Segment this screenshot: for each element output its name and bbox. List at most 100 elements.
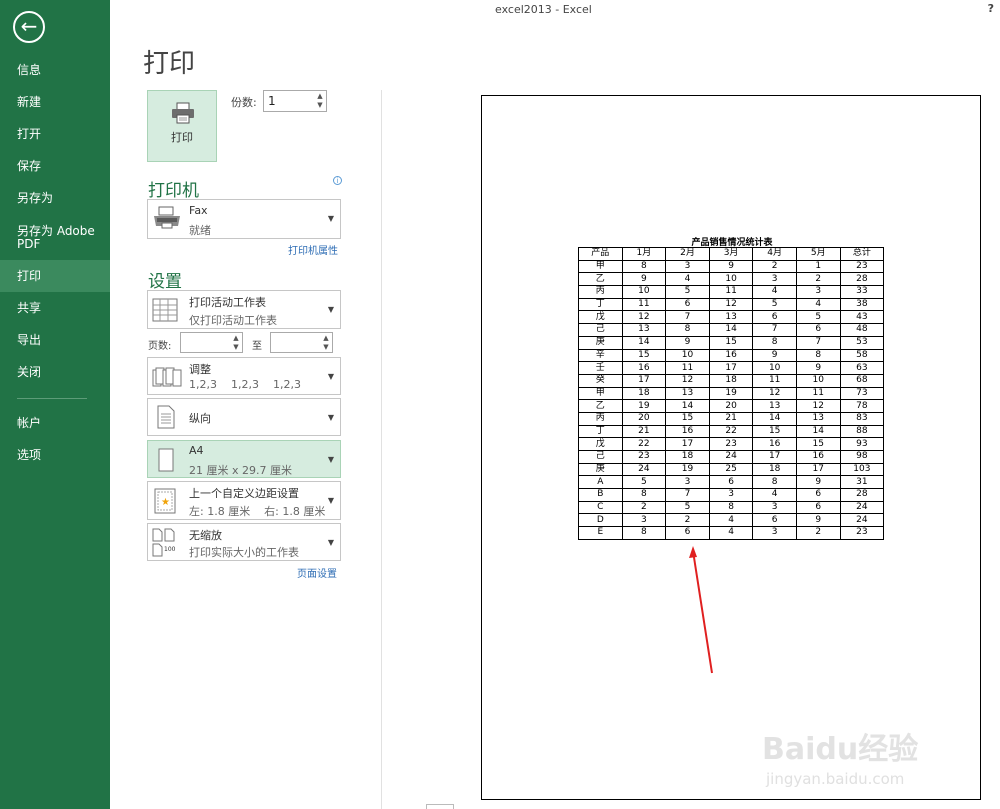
table-cell: 丁 <box>578 424 623 439</box>
table-cell: 丙 <box>578 285 623 299</box>
settings-heading: 设置 <box>148 272 182 292</box>
table-cell: 17 <box>752 450 797 464</box>
table-cell: 3 <box>665 475 710 490</box>
sidebar-item-account[interactable]: 帐户 <box>0 407 110 439</box>
table-row: 戊 12 7 13 6 5 43 <box>578 310 885 325</box>
back-arrow-icon[interactable]: ← <box>13 11 45 43</box>
table-cell: 2 <box>665 513 710 528</box>
chevron-down-icon: ▼ <box>327 413 334 422</box>
table-cell: 12 <box>665 373 710 388</box>
print-button[interactable]: 打印 <box>147 90 217 162</box>
table-cell: 21 <box>621 424 667 439</box>
table-cell: 20 <box>708 399 754 413</box>
table-cell: 73 <box>839 386 885 401</box>
table-cell: 9 <box>752 348 797 363</box>
sidebar-item-options[interactable]: 选项 <box>0 439 110 471</box>
sidebar-item-save-as-pdf[interactable]: 另存为 Adobe PDF <box>0 222 100 254</box>
table-row: 辛 15 10 16 9 8 58 <box>578 348 885 363</box>
table-cell: 7 <box>665 488 710 502</box>
page-title: 打印 <box>143 49 196 79</box>
margins-title: 上一个自定义边距设置 <box>189 487 299 500</box>
margins-sub: 左: 1.8 厘米 右: 1.8 厘米 <box>189 505 326 518</box>
table-cell: 11 <box>752 373 797 388</box>
chevron-down-icon: ▼ <box>327 372 334 381</box>
spin-up-icon[interactable]: ▲ <box>321 334 331 343</box>
table-cell: 16 <box>752 437 797 451</box>
table-cell: 6 <box>752 310 797 325</box>
spin-down-icon[interactable]: ▼ <box>231 343 241 352</box>
sidebar-item-close[interactable]: 关闭 <box>0 356 110 388</box>
spin-up-icon[interactable]: ▲ <box>315 92 325 101</box>
table-cell: 5 <box>621 475 667 490</box>
spin-down-icon[interactable]: ▼ <box>315 101 325 110</box>
chevron-down-icon: ▼ <box>327 538 334 547</box>
table-cell: 辛 <box>578 348 623 363</box>
scaling-dropdown[interactable]: 100 无缩放 打印实际大小的工作表 ▼ <box>147 523 341 561</box>
table-row: 丁 21 16 22 15 14 88 <box>578 424 885 439</box>
help-icon[interactable]: ? <box>988 2 994 15</box>
printer-dropdown[interactable]: Fax 就绪 ▼ <box>147 199 341 239</box>
sidebar-item-save[interactable]: 保存 <box>0 150 110 182</box>
collate-dropdown[interactable]: 调整 1,2,3 1,2,3 1,2,3 ▼ <box>147 357 341 395</box>
baidu-watermark: Baidu经验 jingyan.baidu.com <box>762 700 982 800</box>
table-cell: 24 <box>621 462 667 477</box>
table-cell: 8 <box>752 475 797 490</box>
sidebar-item-new[interactable]: 新建 <box>0 86 110 118</box>
copies-value: 1 <box>268 94 276 108</box>
table-cell: 4 <box>665 272 710 287</box>
preview-table: 产品 1月 2月 3月 4月 5月 总计甲 8 3 9 2 1 23 乙 9 4 10 3 2 28 丙 10 5 11 4 3 3… <box>578 247 885 540</box>
table-cell: 6 <box>752 513 797 528</box>
table-cell: A <box>578 475 623 490</box>
orientation-dropdown[interactable]: 纵向 ▼ <box>147 398 341 436</box>
table-cell: 14 <box>708 323 754 337</box>
pages-to-input[interactable]: ▲ ▼ <box>270 332 333 353</box>
table-cell: 4 <box>708 526 754 540</box>
scaling-icon <box>152 528 175 557</box>
table-cell: 8 <box>708 500 754 515</box>
printer-properties-link[interactable]: 打印机属性 <box>288 242 338 257</box>
table-cell: 6 <box>665 297 710 312</box>
table-cell: 2 <box>752 259 797 274</box>
portrait-icon <box>157 405 175 429</box>
table-cell: 16 <box>708 348 754 363</box>
worksheet-icon <box>152 298 178 322</box>
table-cell: 12 <box>752 386 797 401</box>
sidebar-item-export[interactable]: 导出 <box>0 324 110 356</box>
page-nav-tab[interactable] <box>426 804 454 809</box>
page-setup-link[interactable]: 页面设置 <box>297 565 337 580</box>
table-cell: 9 <box>708 259 754 274</box>
table-cell: 8 <box>621 526 667 540</box>
table-cell: 11 <box>621 297 667 312</box>
svg-text:★: ★ <box>161 497 170 508</box>
table-row: 庚 14 9 15 8 7 53 <box>578 335 885 350</box>
sidebar-item-share[interactable]: 共享 <box>0 292 110 324</box>
table-row: 己 13 8 14 7 6 48 <box>578 323 885 337</box>
sidebar-item-info[interactable]: 信息 <box>0 54 110 86</box>
copies-input[interactable]: 1 ▲ ▼ <box>263 90 327 112</box>
table-cell: 6 <box>795 488 841 502</box>
watermark-sub: jingyan.baidu.com <box>766 770 905 788</box>
sidebar-item-print[interactable]: 打印 <box>0 260 110 292</box>
chevron-down-icon: ▼ <box>327 305 334 314</box>
table-row: D 3 2 4 6 9 24 <box>578 513 885 528</box>
table-header-cell: 总计 <box>839 247 885 261</box>
info-icon[interactable]: i <box>333 176 342 185</box>
table-cell: 2 <box>795 526 841 540</box>
table-cell: 11 <box>708 285 754 299</box>
spin-down-icon[interactable]: ▼ <box>321 343 331 352</box>
print-what-dropdown[interactable]: 打印活动工作表 仅打印活动工作表 ▼ <box>147 290 341 329</box>
paper-size-dropdown[interactable]: A4 21 厘米 x 29.7 厘米 ▼ <box>147 440 341 478</box>
table-cell: 2 <box>621 500 667 515</box>
pages-from-input[interactable]: ▲ ▼ <box>180 332 243 353</box>
table-cell: 癸 <box>578 373 623 388</box>
table-cell: 7 <box>665 310 710 325</box>
sidebar-item-save-as[interactable]: 另存为 <box>0 182 110 214</box>
watermark-main: Baidu经验 <box>762 732 919 767</box>
table-header-cell: 3月 <box>708 247 754 261</box>
sidebar-item-open[interactable]: 打开 <box>0 118 110 150</box>
collate-icon <box>152 367 182 387</box>
table-cell: 16 <box>621 361 667 375</box>
table-cell: 6 <box>795 500 841 515</box>
spin-up-icon[interactable]: ▲ <box>231 334 241 343</box>
margins-dropdown[interactable]: ★ 上一个自定义边距设置 左: 1.8 厘米 右: 1.8 厘米 ▼ <box>147 481 341 520</box>
